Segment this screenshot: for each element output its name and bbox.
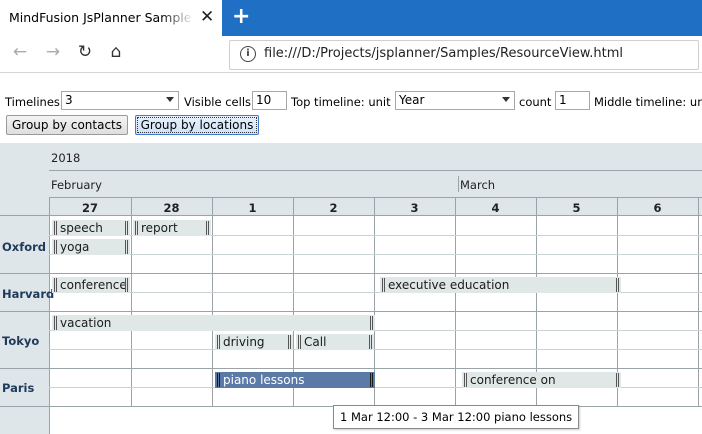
count-label: count <box>519 95 552 109</box>
grid-line <box>0 311 702 312</box>
timelines-label: Timelines <box>5 95 60 109</box>
event-driving[interactable]: driving <box>215 334 293 350</box>
chevron-down-icon <box>502 97 510 102</box>
grid-line <box>49 254 702 255</box>
event-report[interactable]: report <box>133 220 211 236</box>
forward-icon[interactable]: → <box>41 42 65 62</box>
group-by-contacts-button[interactable]: Group by contacts <box>6 115 128 135</box>
day-cell: 2 <box>329 201 338 215</box>
day-cell: 28 <box>163 201 180 215</box>
grid-line <box>49 198 50 434</box>
tab-title: MindFusion JsPlanner Sample - Resource V… <box>9 10 194 25</box>
visible-cells-label: Visible cells <box>184 95 252 109</box>
year-cell: 2018 <box>51 151 81 165</box>
resource-label-oxford: Oxford <box>2 240 47 254</box>
day-cell: 6 <box>653 201 662 215</box>
event-conference[interactable]: conference <box>52 277 130 293</box>
event-vacation[interactable]: vacation <box>52 315 375 331</box>
grid-line <box>212 198 213 406</box>
event-tooltip: 1 Mar 12:00 - 3 Mar 12:00 piano lessons <box>333 405 580 429</box>
event-call[interactable]: Call <box>296 334 374 350</box>
count-input[interactable]: 1 <box>555 91 590 110</box>
group-by-locations-button[interactable]: Group by locations <box>135 115 259 135</box>
month-divider <box>458 176 459 192</box>
event-piano-lessons[interactable]: piano lessons <box>215 372 375 388</box>
grid-line <box>0 215 702 216</box>
resource-label-paris: Paris <box>2 381 35 395</box>
back-icon[interactable]: ← <box>8 42 32 62</box>
event-speech[interactable]: speech <box>52 220 130 236</box>
day-cell: 4 <box>491 201 500 215</box>
grid-line <box>131 198 132 406</box>
event-yoga[interactable]: yoga <box>52 239 130 255</box>
url-text: file:///D:/Projects/jsplanner/Samples/Re… <box>264 46 624 61</box>
day-cell: 27 <box>81 201 98 215</box>
top-timeline-unit-label: Top timeline: unit <box>291 95 391 109</box>
resource-label-tokyo: Tokyo <box>2 334 40 348</box>
month-cell-february: February <box>51 178 102 192</box>
header-divider <box>49 197 702 198</box>
grid-line <box>49 349 702 350</box>
middle-timeline-label: Middle timeline: un <box>594 95 702 109</box>
new-tab-icon[interactable]: + <box>232 4 250 29</box>
day-cell: 1 <box>248 201 257 215</box>
close-tab-icon[interactable]: ✕ <box>200 7 214 27</box>
timelines-value: 3 <box>65 93 73 107</box>
chevron-down-icon <box>166 97 174 102</box>
grid-line <box>455 198 456 406</box>
day-cell: 5 <box>572 201 581 215</box>
visible-cells-input[interactable]: 10 <box>252 91 287 110</box>
top-timeline-unit-value: Year <box>399 93 425 107</box>
home-icon[interactable]: ⌂ <box>104 42 128 62</box>
browser-tab[interactable]: MindFusion JsPlanner Sample - Resource V… <box>0 0 222 36</box>
month-cell-march: March <box>460 178 496 192</box>
event-executive-education[interactable]: executive education <box>380 277 621 293</box>
reload-icon[interactable]: ↻ <box>73 42 97 62</box>
grid-line <box>0 273 702 274</box>
header-divider <box>49 170 702 171</box>
resource-label-harvard: Harvard <box>2 287 55 301</box>
event-conference-on[interactable]: conference on <box>462 372 621 388</box>
info-icon[interactable]: i <box>240 46 256 62</box>
top-timeline-unit-select[interactable]: Year <box>395 91 515 110</box>
grid-line <box>698 198 699 406</box>
grid-line <box>0 368 702 369</box>
timelines-select[interactable]: 3 <box>61 91 179 110</box>
day-cell: 3 <box>410 201 419 215</box>
